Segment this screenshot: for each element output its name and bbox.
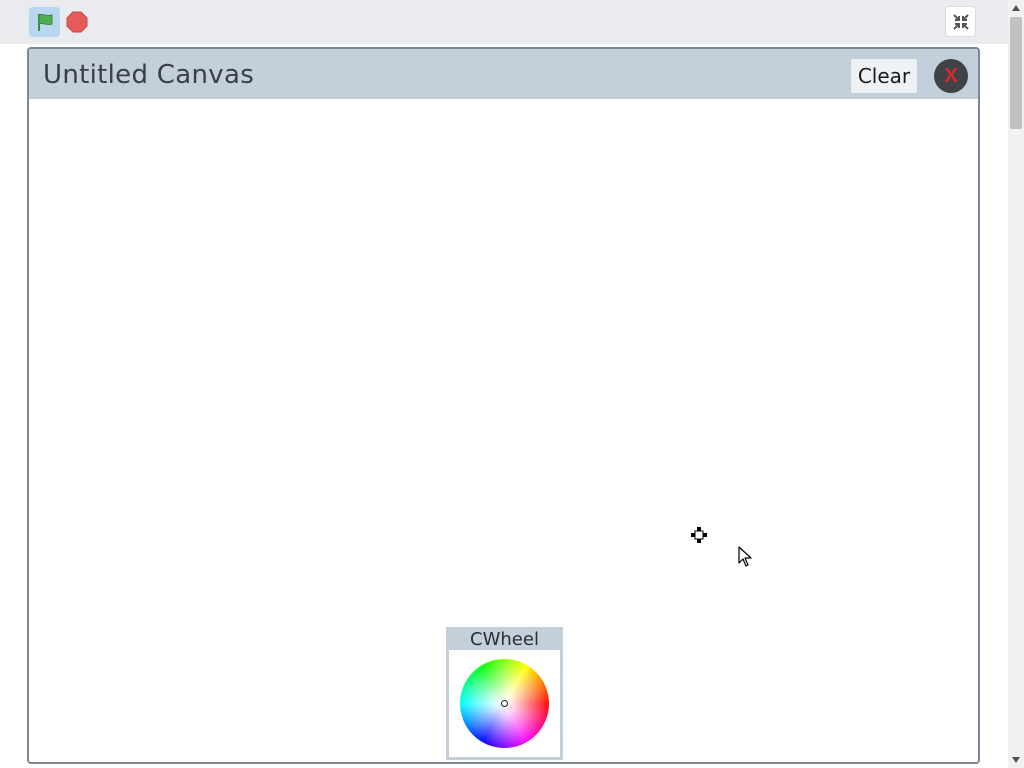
color-wheel-body [449, 650, 560, 757]
scroll-up-arrow-icon[interactable] [1008, 0, 1024, 16]
stage-toolbar [0, 0, 1008, 44]
green-flag-icon [37, 13, 52, 31]
color-picker-handle[interactable] [501, 700, 508, 707]
color-wheel-panel[interactable]: CWheel [446, 627, 563, 760]
canvas-title: Untitled Canvas [43, 60, 255, 90]
scrollbar-thumb[interactable] [1010, 17, 1022, 129]
color-wheel-title: CWheel [470, 629, 539, 650]
canvas-titlebar[interactable]: Untitled Canvas Clear X [29, 49, 978, 99]
scroll-down-arrow-icon[interactable] [1008, 752, 1024, 768]
vertical-scrollbar[interactable] [1008, 0, 1024, 768]
close-button[interactable]: X [934, 59, 968, 93]
mouse-pointer-icon [738, 546, 752, 567]
color-wheel[interactable] [460, 659, 549, 748]
brush-crosshair-icon [691, 527, 707, 543]
clear-button[interactable]: Clear [851, 59, 917, 93]
green-flag-button[interactable] [29, 7, 60, 37]
exit-fullscreen-button[interactable] [945, 6, 976, 37]
stop-icon [66, 11, 88, 33]
stop-button[interactable] [66, 11, 88, 33]
exit-fullscreen-icon [952, 13, 969, 30]
canvas-window: Untitled Canvas Clear X CWheel [27, 47, 980, 764]
